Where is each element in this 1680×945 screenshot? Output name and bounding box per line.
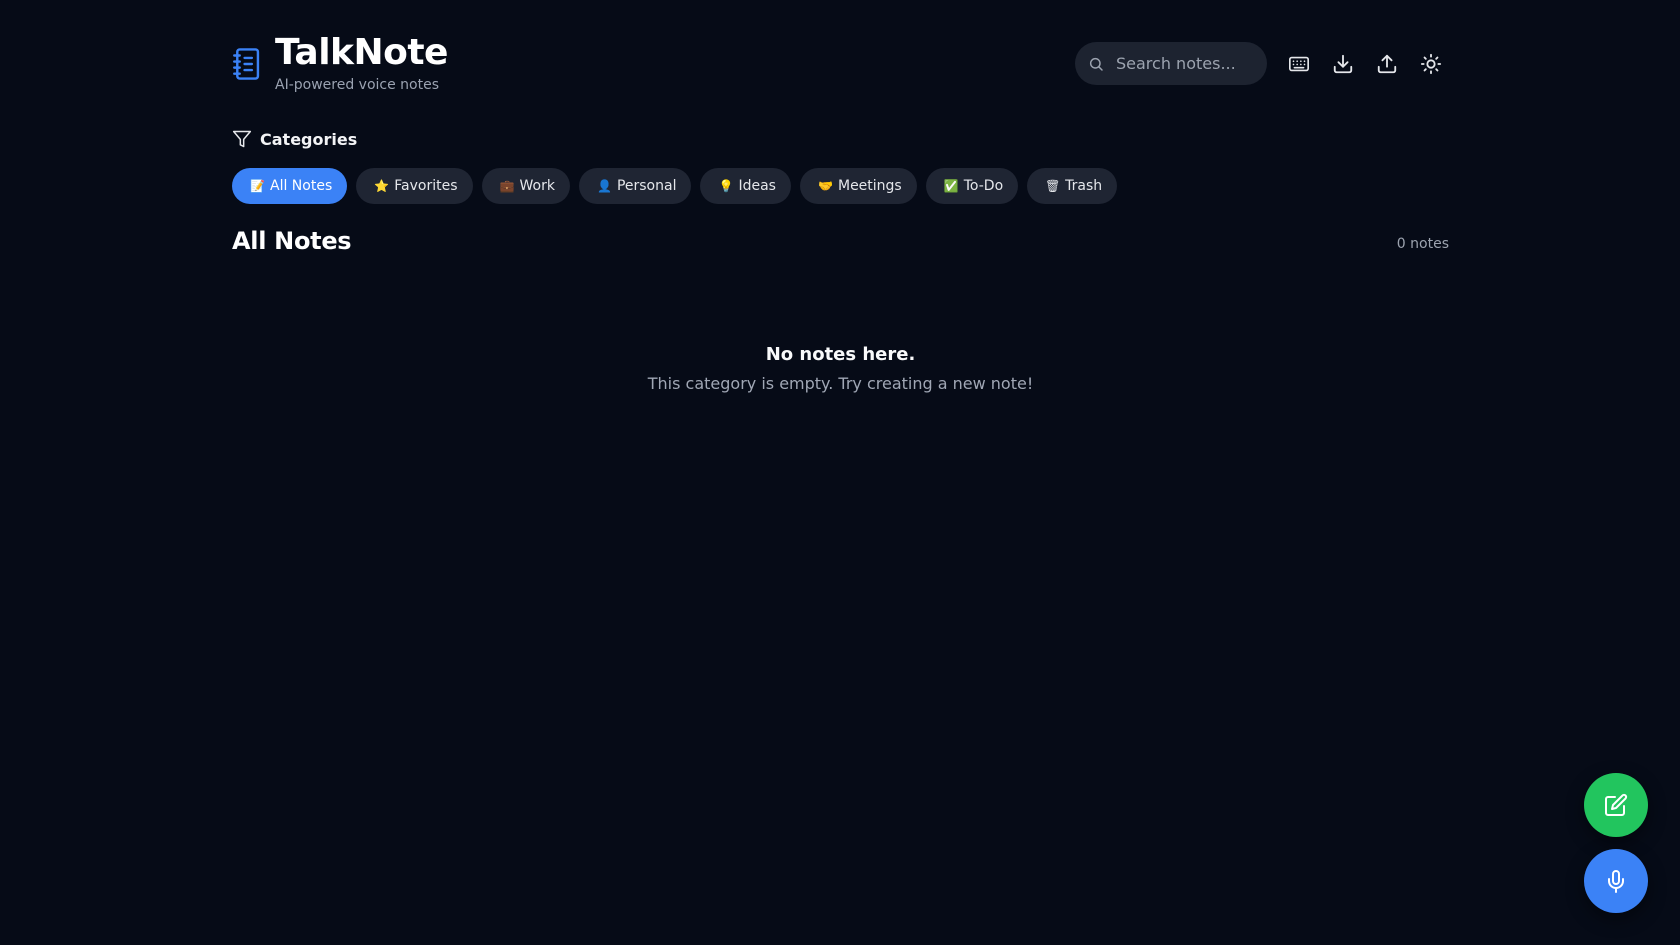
briefcase-icon: 💼: [499, 179, 515, 193]
empty-state-text: This category is empty. Try creating a n…: [647, 374, 1034, 393]
app-subtitle: AI-powered voice notes: [275, 77, 440, 93]
category-label: Meetings: [837, 178, 902, 194]
category-label: Favorites: [394, 178, 458, 194]
note-count: 0 notes: [1396, 236, 1449, 252]
category-chips: 📝 All Notes ⭐ Favorites 💼 Work 👤 Persona…: [232, 168, 1126, 204]
filter-icon: [232, 130, 252, 148]
lightbulb-icon: 💡: [718, 179, 734, 193]
keyboard-icon: [1289, 56, 1309, 71]
keyboard-shortcuts-button[interactable]: [1281, 46, 1317, 82]
category-label: All Notes: [270, 178, 333, 194]
upload-button[interactable]: [1369, 46, 1405, 82]
category-label: Work: [519, 178, 555, 194]
search-icon: [1089, 57, 1103, 71]
checkmark-icon: ✅: [943, 179, 959, 193]
handshake-icon: 🤝: [817, 179, 833, 193]
category-favorites[interactable]: ⭐ Favorites: [356, 168, 473, 204]
memo-icon: 📝: [250, 179, 265, 193]
app-title: TalkNote: [275, 32, 448, 73]
category-label: Trash: [1065, 178, 1103, 194]
header: TalkNote AI-powered voice notes: [232, 30, 1449, 110]
edit-icon: [1605, 793, 1628, 816]
category-work[interactable]: 💼 Work: [481, 168, 570, 204]
theme-toggle-button[interactable]: [1413, 46, 1449, 82]
category-meetings[interactable]: 🤝 Meetings: [799, 168, 917, 204]
upload-icon: [1377, 54, 1397, 73]
category-to-do[interactable]: ✅ To-Do: [925, 168, 1019, 204]
record-voice-button[interactable]: [1584, 849, 1648, 913]
app-root: TalkNote AI-powered voice notes Search n…: [0, 0, 1680, 945]
microphone-icon: [1608, 870, 1624, 893]
category-ideas[interactable]: 💡 Ideas: [700, 168, 791, 204]
trash-icon: 🗑: [1045, 179, 1061, 193]
download-button[interactable]: [1325, 46, 1361, 82]
category-label: Personal: [616, 178, 677, 194]
download-icon: [1333, 54, 1353, 73]
category-trash[interactable]: 🗑 Trash: [1027, 168, 1118, 204]
sun-icon: [1420, 53, 1442, 74]
search-box[interactable]: [1075, 42, 1267, 85]
main-container: TalkNote AI-powered voice notes Search n…: [232, 30, 1449, 393]
category-personal[interactable]: 👤 Personal: [578, 168, 692, 204]
category-label: Ideas: [738, 178, 776, 194]
categories-label: Categories: [260, 129, 358, 149]
brand: TalkNote AI-powered voice notes: [232, 30, 448, 94]
category-all-notes[interactable]: 📝 All Notes: [232, 168, 348, 204]
new-note-button[interactable]: [1584, 773, 1648, 837]
empty-state-title: No notes here.: [765, 344, 916, 365]
star-icon: ⭐: [374, 179, 390, 193]
brand-text: TalkNote AI-powered voice notes: [275, 30, 448, 94]
header-actions: [1075, 42, 1449, 85]
categories-heading: Categories: [232, 129, 357, 149]
empty-state: No notes here. This category is empty. T…: [232, 341, 1449, 397]
section-title: All Notes: [232, 227, 352, 255]
search-input[interactable]: [1116, 54, 1256, 73]
person-icon: 👤: [596, 179, 612, 193]
notebook-icon: [233, 48, 260, 80]
category-label: To-Do: [963, 178, 1004, 194]
